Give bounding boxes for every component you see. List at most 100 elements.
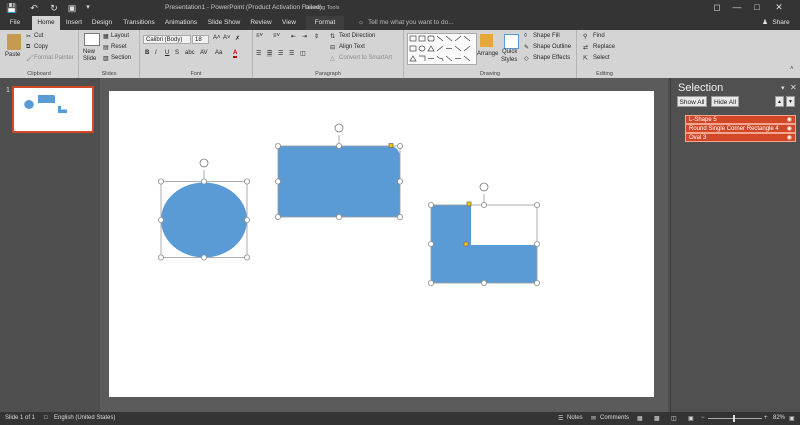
minimize-icon[interactable]: — [730, 1, 744, 14]
visibility-eye-icon[interactable]: ◉ [787, 134, 792, 143]
spellcheck-icon[interactable]: □ [44, 415, 48, 421]
round-single-corner-rectangle-4[interactable] [278, 146, 400, 217]
tab-home[interactable]: Home [32, 16, 60, 30]
language-status[interactable]: English (United States) [54, 415, 115, 421]
pane-options-icon[interactable]: ▾ [781, 84, 785, 92]
justify-icon[interactable]: ☰ [289, 50, 294, 57]
tab-insert[interactable]: Insert [63, 16, 85, 30]
tab-review[interactable]: Review [248, 16, 274, 30]
save-icon[interactable]: 💾 [6, 2, 18, 14]
align-right-icon[interactable]: ☰ [278, 50, 283, 57]
format-painter-button[interactable]: Format Painter [34, 55, 74, 61]
selection-item-rectangle[interactable]: Round Single Corner Rectangle 4 ◉ [685, 124, 796, 133]
new-slide-label-1[interactable]: New [83, 49, 95, 55]
cut-icon[interactable]: ✂ [26, 33, 31, 40]
tell-me-search[interactable]: Tell me what you want to do... [368, 16, 454, 30]
bold-button[interactable]: B [145, 50, 149, 56]
shape-fill-button[interactable]: Shape Fill [533, 33, 560, 39]
tab-view[interactable]: View [278, 16, 300, 30]
italic-button[interactable]: I [155, 50, 157, 56]
tab-design[interactable]: Design [89, 16, 115, 30]
slide-thumbnail[interactable] [12, 86, 94, 133]
show-all-button[interactable]: Show All [677, 96, 707, 107]
section-button[interactable]: Section [111, 55, 131, 61]
bring-forward-icon[interactable]: ▲ [775, 96, 784, 107]
close-icon[interactable]: ✕ [772, 1, 786, 14]
fit-to-window-icon[interactable]: ▣ [789, 415, 795, 422]
align-center-icon[interactable]: ☰ [267, 50, 273, 57]
close-pane-icon[interactable]: ✕ [790, 83, 797, 92]
zoom-thumb[interactable] [733, 415, 735, 422]
zoom-in-icon[interactable]: + [764, 415, 768, 421]
comments-button[interactable]: Comments [600, 415, 629, 421]
zoom-slider[interactable] [708, 418, 762, 419]
tab-transitions[interactable]: Transitions [120, 16, 158, 30]
line-spacing-icon[interactable]: ⇕ [314, 33, 319, 40]
redo-icon[interactable]: ↻ [48, 2, 60, 14]
normal-view-icon[interactable]: ▦ [637, 415, 643, 422]
font-color-button[interactable]: A [233, 50, 238, 58]
notes-button[interactable]: Notes [567, 415, 583, 421]
new-slide-label-2[interactable]: Slide [83, 56, 96, 62]
arrange-icon[interactable] [480, 34, 493, 47]
ribbon-display-icon[interactable]: ◻ [710, 1, 724, 14]
grow-font-icon[interactable]: A˄ [213, 35, 221, 41]
zoom-out-icon[interactable]: − [701, 415, 705, 421]
selection-item-oval[interactable]: Oval 3 ◉ [685, 133, 796, 142]
font-name-box[interactable]: Calibri (Body) [143, 35, 191, 44]
share-button[interactable]: Share [770, 16, 792, 30]
hide-all-button[interactable]: Hide All [711, 96, 739, 107]
paste-button[interactable]: Paste [5, 52, 20, 58]
layout-button[interactable]: Layout [111, 33, 129, 39]
strike-button[interactable]: S [175, 50, 179, 56]
selection-item-l-shape[interactable]: L-Shape 5 ◉ [685, 115, 796, 124]
text-direction-button[interactable]: Text Direction [339, 33, 375, 39]
undo-icon[interactable]: ↶ [28, 2, 40, 14]
reset-button[interactable]: Reset [111, 44, 127, 50]
collapse-ribbon-icon[interactable]: ˄ [790, 66, 794, 72]
paste-icon[interactable] [7, 34, 21, 50]
shape-effects-button[interactable]: Shape Effects [533, 55, 570, 61]
find-button[interactable]: Find [593, 33, 605, 39]
convert-smartart-button[interactable]: Convert to SmartArt [339, 55, 392, 61]
numbering-icon[interactable]: ≡˅ [273, 33, 280, 39]
spacing-button[interactable]: AV [200, 50, 208, 56]
slide-canvas[interactable] [109, 91, 654, 397]
underline-button[interactable]: U [165, 50, 169, 56]
quick-styles-icon[interactable] [504, 34, 519, 49]
replace-button[interactable]: Replace [593, 44, 615, 50]
align-left-icon[interactable]: ☰ [256, 50, 261, 57]
maximize-icon[interactable]: □ [750, 1, 764, 14]
bullets-icon[interactable]: ≡˅ [256, 33, 263, 39]
increase-indent-icon[interactable]: ⇥ [302, 33, 307, 40]
shape-outline-button[interactable]: Shape Outline [533, 44, 571, 50]
share-icon[interactable]: ♟ [760, 16, 770, 30]
zoom-level[interactable]: 82% [773, 415, 785, 421]
send-backward-icon[interactable]: ▼ [786, 96, 795, 107]
slide-show-icon[interactable]: ▣ [688, 415, 694, 422]
customize-qat-icon[interactable]: ▾ [82, 2, 94, 14]
quick-styles-label-1[interactable]: Quick [502, 49, 517, 55]
shrink-font-icon[interactable]: A˅ [223, 35, 231, 41]
arrange-button[interactable]: Arrange [477, 51, 498, 57]
tab-file[interactable]: File [6, 16, 24, 30]
shapes-gallery[interactable] [407, 33, 477, 65]
l-shape-5[interactable] [431, 205, 537, 283]
quick-styles-label-2[interactable]: Styles [501, 57, 517, 63]
decrease-indent-icon[interactable]: ⇤ [291, 33, 296, 40]
change-case-button[interactable]: Aa [215, 50, 222, 56]
font-size-box[interactable]: 18 [192, 35, 209, 44]
new-slide-icon[interactable] [84, 33, 100, 46]
present-icon[interactable]: ▣ [66, 2, 78, 14]
oval-3[interactable] [161, 182, 247, 258]
slide-sorter-icon[interactable]: ▩ [654, 415, 660, 422]
select-button[interactable]: Select [593, 55, 610, 61]
tab-format[interactable]: Format [306, 16, 344, 30]
tab-slide-show[interactable]: Slide Show [205, 16, 243, 30]
tab-animations[interactable]: Animations [162, 16, 200, 30]
align-text-button[interactable]: Align Text [339, 44, 365, 50]
reading-view-icon[interactable]: ◫ [671, 415, 677, 422]
clear-format-icon[interactable]: ✗ [235, 35, 240, 42]
copy-icon[interactable]: ⧉ [26, 44, 30, 51]
shadow-button[interactable]: abc [185, 50, 195, 56]
